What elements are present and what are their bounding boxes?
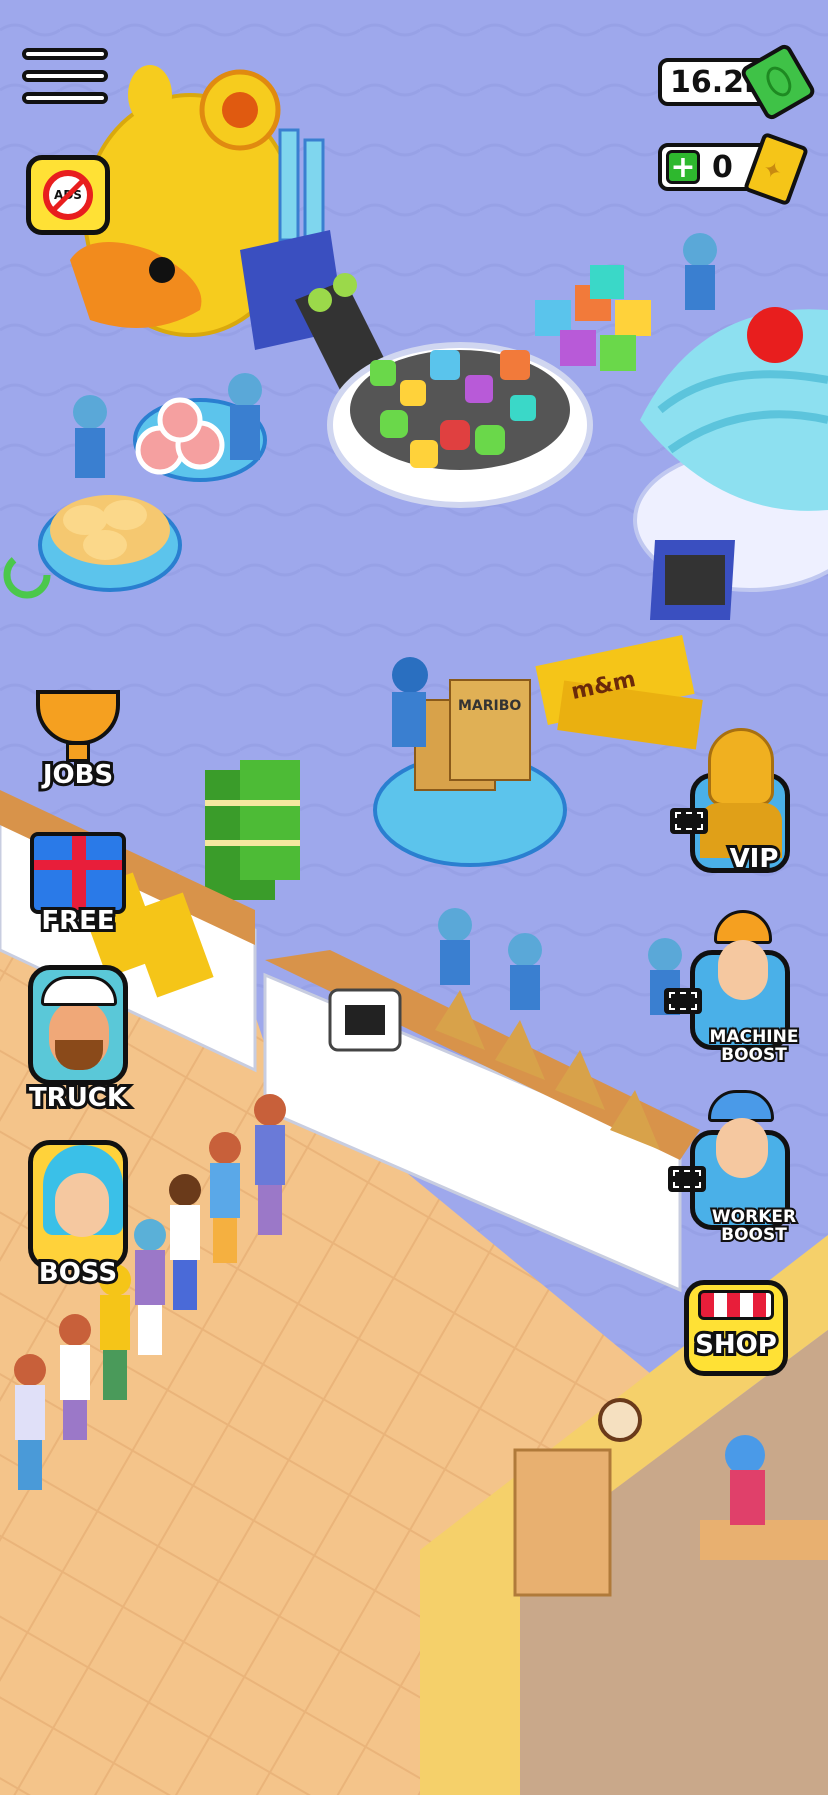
- vip-button[interactable]: VIP: [690, 728, 818, 883]
- gold-figure-icon: [708, 728, 774, 806]
- wall-clock: [598, 1398, 642, 1442]
- bookshelf: [513, 1448, 612, 1597]
- menu-bar: [22, 92, 108, 104]
- video-ad-icon: [670, 808, 708, 834]
- maribo-box-text: MARIBO: [458, 698, 521, 714]
- jobs-label: JOBS: [40, 757, 116, 793]
- menu-bar: [22, 70, 108, 82]
- machine-boost-button[interactable]: MACHINE BOOST: [690, 910, 818, 1070]
- worker: [392, 657, 428, 747]
- boss-label: BOSS: [36, 1255, 120, 1291]
- free-label: FREE: [38, 903, 117, 939]
- worker: [73, 395, 107, 478]
- menu-bar: [22, 48, 108, 60]
- worker-boost-label: WORKER BOOST: [710, 1206, 798, 1246]
- ticket-value: 0: [712, 149, 733, 185]
- shop-awning-icon: [698, 1290, 774, 1320]
- truck-label: TRUCK: [26, 1080, 130, 1116]
- worker: [683, 233, 717, 310]
- cash-stack[interactable]: [205, 760, 300, 900]
- menu-button[interactable]: [22, 48, 108, 112]
- video-ad-icon: [668, 1166, 706, 1192]
- video-ad-icon: [664, 988, 702, 1014]
- boss-button[interactable]: BOSS: [14, 1140, 142, 1291]
- hardhat-icon: [714, 910, 772, 944]
- boss-avatar: [28, 1140, 128, 1270]
- no-ads-icon: ADS: [43, 170, 93, 220]
- machine-boost-label: MACHINE BOOST: [708, 1026, 801, 1066]
- free-gift-button[interactable]: FREE: [14, 818, 142, 939]
- trophy-icon: [36, 690, 120, 745]
- worker: [508, 933, 542, 1010]
- truck-button[interactable]: TRUCK: [14, 965, 142, 1116]
- worker: [228, 373, 262, 460]
- vip-label: VIP: [727, 841, 782, 877]
- worker-boost-button[interactable]: WORKER BOOST: [690, 1090, 818, 1255]
- truck-driver-avatar: [28, 965, 128, 1085]
- no-ads-button[interactable]: ADS: [26, 155, 110, 235]
- worker: [438, 908, 472, 985]
- shop-label: SHOP: [692, 1327, 780, 1363]
- add-tickets-icon[interactable]: +: [666, 150, 700, 184]
- shop-button[interactable]: SHOP: [684, 1280, 788, 1380]
- gift-icon: [30, 832, 126, 914]
- jobs-button[interactable]: JOBS: [14, 690, 142, 800]
